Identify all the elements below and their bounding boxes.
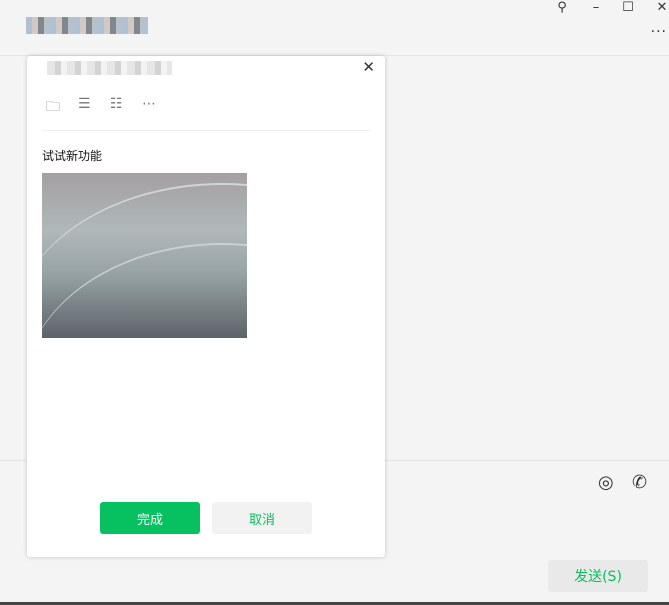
contact-name-blurred	[26, 17, 148, 34]
done-button[interactable]: 完成	[100, 502, 200, 534]
pin-icon[interactable]: ⚲	[552, 0, 572, 15]
folder-icon[interactable]: 🗀	[46, 96, 62, 130]
close-icon[interactable]: ✕	[362, 58, 375, 76]
note-editor-dialog: ✕ 🗀 ☰ ☷ ⋯ 试试新功能 完成 取消	[27, 56, 385, 557]
maximize-button[interactable]: ☐	[618, 0, 638, 15]
note-text[interactable]: 试试新功能	[42, 147, 102, 164]
note-image[interactable]	[42, 173, 247, 338]
editor-toolbar: 🗀 ☰ ☷ ⋯	[42, 96, 370, 131]
dialog-title-blurred	[47, 61, 172, 75]
screenshot-icon[interactable]: ◎	[598, 472, 614, 493]
close-window-button[interactable]: ✕	[652, 0, 669, 15]
send-button[interactable]: 发送(S)	[548, 560, 648, 592]
divider-line-icon[interactable]: ⋯	[142, 96, 158, 130]
call-icon[interactable]: ✆	[632, 472, 647, 493]
chat-header: ⚲ – ☐ ✕ ···	[0, 0, 669, 56]
bullet-list-icon[interactable]: ☰	[78, 96, 94, 130]
more-icon[interactable]: ···	[651, 24, 667, 40]
cancel-button[interactable]: 取消	[212, 502, 312, 534]
minimize-button[interactable]: –	[586, 0, 606, 15]
numbered-list-icon[interactable]: ☷	[110, 96, 126, 130]
